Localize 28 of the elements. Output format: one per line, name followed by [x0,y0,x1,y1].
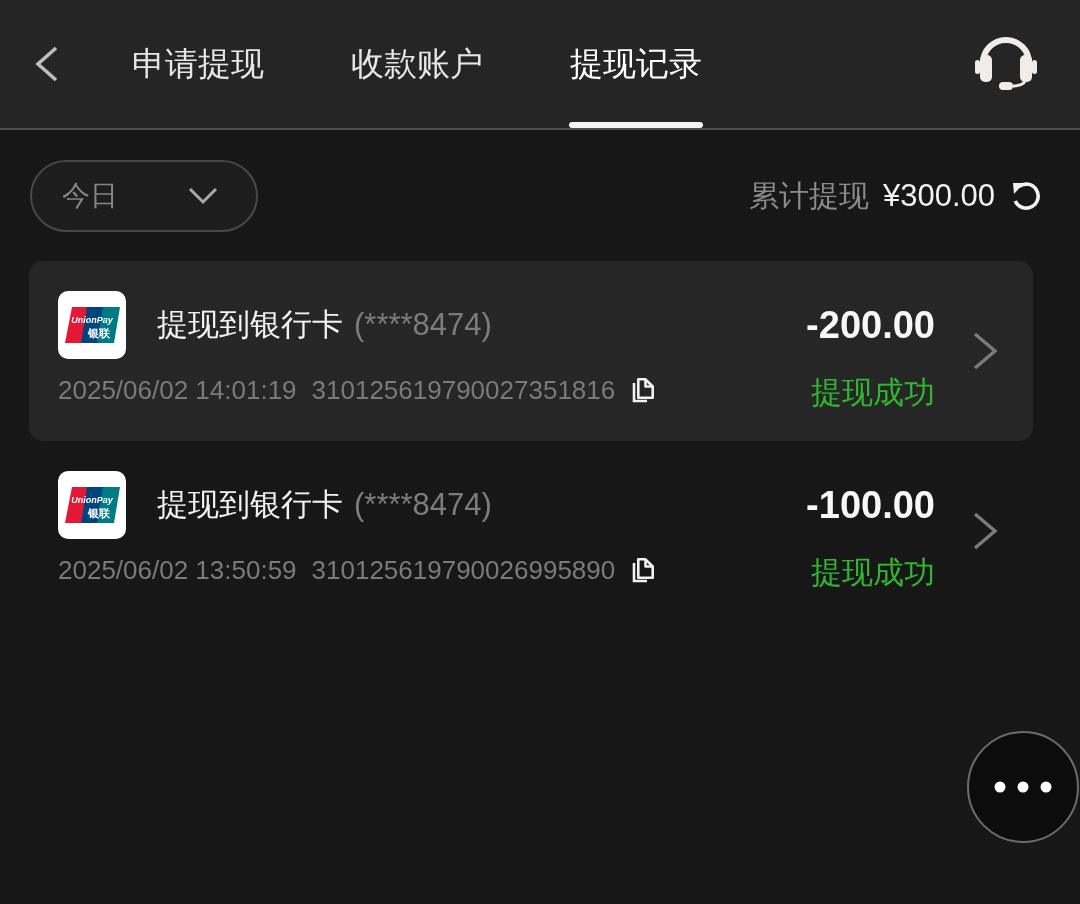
withdrawal-title: 提现到银行卡 [157,486,343,524]
logo-text: 银联 [88,507,110,519]
headset-icon[interactable] [975,36,1037,92]
chevron-right-icon [973,512,998,550]
logo-text: 银联 [88,327,110,339]
tab[interactable]: 收款账户 [351,0,483,128]
transaction-time: 2025/06/02 14:01:19 [58,375,297,405]
withdrawal-amount: -200.00 [806,303,935,347]
more-dots-icon [994,781,1052,793]
chevron-right-icon [973,332,998,370]
tab[interactable]: 提现记录 [570,0,702,128]
transaction-time: 2025/06/02 13:50:59 [58,555,297,585]
total-withdrawal-label: 累计提现 [748,178,869,214]
copy-icon[interactable] [632,377,655,403]
withdrawal-title: 提现到银行卡 [157,306,343,344]
chevron-down-icon [188,187,218,205]
withdrawal-amount: -100.00 [806,483,935,527]
total-withdrawal-amount: ¥300.00 [882,177,995,215]
refresh-icon[interactable] [1010,180,1042,212]
withdrawal-status: 提现成功 [811,554,935,592]
transaction-number: 310125619790026995890 [311,555,616,585]
copy-icon[interactable] [632,557,655,583]
card-number: (****8474) [354,486,492,524]
transaction-number: 310125619790027351816 [311,375,616,405]
tab[interactable]: 申请提现 [132,0,264,128]
card-number: (****8474) [354,306,492,344]
withdrawal-status: 提现成功 [811,374,935,412]
date-filter-dropdown[interactable]: 今日 [30,160,258,232]
